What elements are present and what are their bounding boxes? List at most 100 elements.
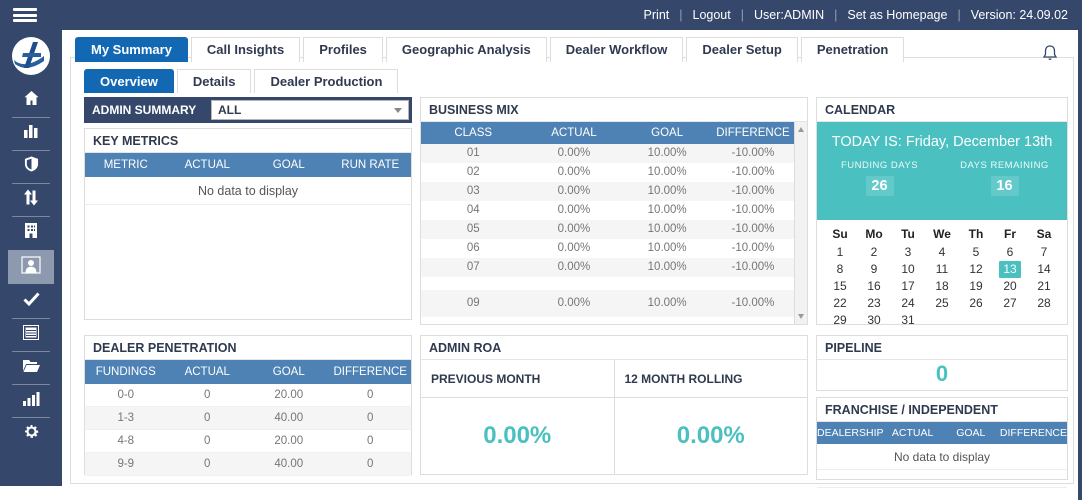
calendar-day: 19 xyxy=(969,279,983,293)
subtab-details[interactable]: Details xyxy=(176,69,252,93)
calendar-day xyxy=(993,312,1027,329)
weekday-header: Tu xyxy=(901,227,915,241)
sidebar-item-profile-active[interactable] xyxy=(0,249,62,285)
col-header: CLASS xyxy=(454,127,493,139)
panel-title: BUSINESS MIX xyxy=(421,98,807,122)
sidebar-items xyxy=(0,84,62,450)
tab-penetration[interactable]: Penetration xyxy=(800,37,905,62)
calendar-day: 27 xyxy=(1003,296,1017,310)
tab-call-insights[interactable]: Call Insights xyxy=(190,37,301,62)
main-tab-bar: My Summary Call Insights Profiles Geographi… xyxy=(75,37,907,62)
cell: 4-8 xyxy=(117,435,135,447)
user-label: User:ADMIN xyxy=(753,8,825,22)
cell: -10.00% xyxy=(731,261,775,273)
roa-section-value: 0.00% xyxy=(676,422,745,449)
sidebar-item-tasks[interactable] xyxy=(0,285,62,318)
tab-dealer-setup[interactable]: Dealer Setup xyxy=(686,37,798,62)
shield-icon xyxy=(24,156,39,177)
col-header: DEALERSHIP xyxy=(817,427,884,439)
subtab-dealer-production[interactable]: Dealer Production xyxy=(254,69,399,93)
sidebar-item-performance[interactable] xyxy=(0,384,62,417)
panel-title: KEY METRICS xyxy=(85,129,411,153)
calendar-grid: Su Mo Tu We Th Fr Sa 1234567 8 9 10 11 12 13 14 15 16… xyxy=(817,220,1067,329)
calendar-day: 6 xyxy=(1006,245,1014,259)
calendar-day: 7 xyxy=(1040,245,1048,259)
print-link[interactable]: Print xyxy=(640,8,674,22)
cell: -10.00% xyxy=(731,185,775,197)
calendar-day: 20 xyxy=(1003,279,1017,293)
col-header: DIFFERENCE xyxy=(716,127,790,139)
cell: 10.00% xyxy=(647,242,687,254)
cell: 10.00% xyxy=(647,185,687,197)
tab-dealer-workflow[interactable]: Dealer Workflow xyxy=(549,37,684,62)
calendar-day: 2 xyxy=(870,245,878,259)
cell: 0.00% xyxy=(557,261,591,273)
no-data-message: No data to display xyxy=(85,177,411,205)
calendar-panel: CALENDAR TODAY IS: Friday, December 13th… xyxy=(816,97,1068,327)
calendar-day xyxy=(925,312,959,329)
table-header-row: DEALERSHIP ACTUAL GOAL DIFFERENCE xyxy=(817,422,1067,444)
col-header: GOAL xyxy=(272,159,305,171)
weekday-header: We xyxy=(933,227,951,241)
check-icon xyxy=(22,292,40,311)
sidebar-item-analytics[interactable] xyxy=(0,117,62,150)
calendar-day-today: 13 xyxy=(999,261,1021,278)
cell: 40.00 xyxy=(274,412,304,424)
report-table-icon xyxy=(23,324,39,345)
sidebar-item-dealers[interactable] xyxy=(0,216,62,249)
sidebar-item-reports[interactable] xyxy=(0,318,62,351)
vertical-scrollbar[interactable] xyxy=(794,122,807,324)
calendar-day: 3 xyxy=(904,245,912,259)
sidebar-item-documents[interactable] xyxy=(0,351,62,384)
col-header: DIFFERENCE xyxy=(999,427,1067,439)
sidebar-item-security[interactable] xyxy=(0,150,62,183)
admin-roa-panel: ADMIN ROA PREVIOUS MONTH 0.00% 12 MONTH … xyxy=(420,335,808,475)
cell: 10.00% xyxy=(647,166,687,178)
set-homepage-link[interactable]: Set as Homepage xyxy=(843,8,951,22)
scroll-up-arrow-icon[interactable] xyxy=(798,127,804,132)
cell: -10.00% xyxy=(731,166,775,178)
business-mix-panel: BUSINESS MIX CLASS ACTUAL GOAL DIFFERENC… xyxy=(420,97,808,325)
franchise-independent-panel: FRANCHISE / INDEPENDENT DEALERSHIP ACTUA… xyxy=(816,397,1068,488)
calendar-day: 31 xyxy=(901,313,915,327)
table-row: 01 0.00% 10.00% -10.00% xyxy=(421,144,794,163)
dropdown-selected-value: ALL xyxy=(218,103,242,117)
logout-link[interactable]: Logout xyxy=(689,8,735,22)
table-header-row: FUNDINGS ACTUAL GOAL DIFFERENCE xyxy=(85,360,411,384)
cell: 0 xyxy=(367,412,374,424)
notifications-bell-icon[interactable] xyxy=(1042,44,1058,67)
cell: 0.00% xyxy=(557,223,591,235)
table-header-row: CLASS ACTUAL GOAL DIFFERENCE xyxy=(421,122,794,144)
admin-summary-bar: ADMIN SUMMARY ALL xyxy=(84,97,412,123)
tab-my-summary[interactable]: My Summary xyxy=(75,37,188,62)
calendar-day: 16 xyxy=(867,279,881,293)
panel-title: DEALER PENETRATION xyxy=(85,336,411,360)
cell: 0 xyxy=(204,412,211,424)
cell: 0 xyxy=(367,458,374,470)
calendar-day: 21 xyxy=(1037,279,1051,293)
window-edge xyxy=(1078,30,1082,500)
cell: -10.00% xyxy=(731,147,775,159)
gear-icon xyxy=(23,423,40,445)
tab-profiles[interactable]: Profiles xyxy=(303,37,383,62)
weekday-header: Fr xyxy=(1004,227,1016,241)
funding-days-label: FUNDING DAYS xyxy=(840,160,919,171)
cell: 20.00 xyxy=(274,435,304,447)
cell: 20.00 xyxy=(274,389,304,401)
table-row: 04 0.00% 10.00% -10.00% xyxy=(421,201,794,220)
admin-summary-dropdown[interactable]: ALL xyxy=(211,100,409,120)
tab-geographic-analysis[interactable]: Geographic Analysis xyxy=(385,37,547,62)
calendar-day xyxy=(959,312,993,329)
sidebar-item-settings[interactable] xyxy=(0,417,62,450)
panel-title: FRANCHISE / INDEPENDENT xyxy=(817,398,1067,422)
signal-bars-icon xyxy=(22,391,40,411)
sidebar-item-transfers[interactable] xyxy=(0,183,62,216)
subtab-overview[interactable]: Overview xyxy=(84,69,174,93)
sidebar-item-home[interactable] xyxy=(0,84,62,117)
cell: 0.00% xyxy=(557,204,591,216)
hamburger-menu-icon[interactable] xyxy=(13,8,37,22)
home-icon xyxy=(23,90,40,111)
key-metrics-panel: KEY METRICS METRIC ACTUAL GOAL RUN RATE … xyxy=(84,128,412,320)
sub-tab-bar: Overview Details Dealer Production xyxy=(84,69,401,93)
scroll-down-arrow-icon[interactable] xyxy=(798,314,804,319)
